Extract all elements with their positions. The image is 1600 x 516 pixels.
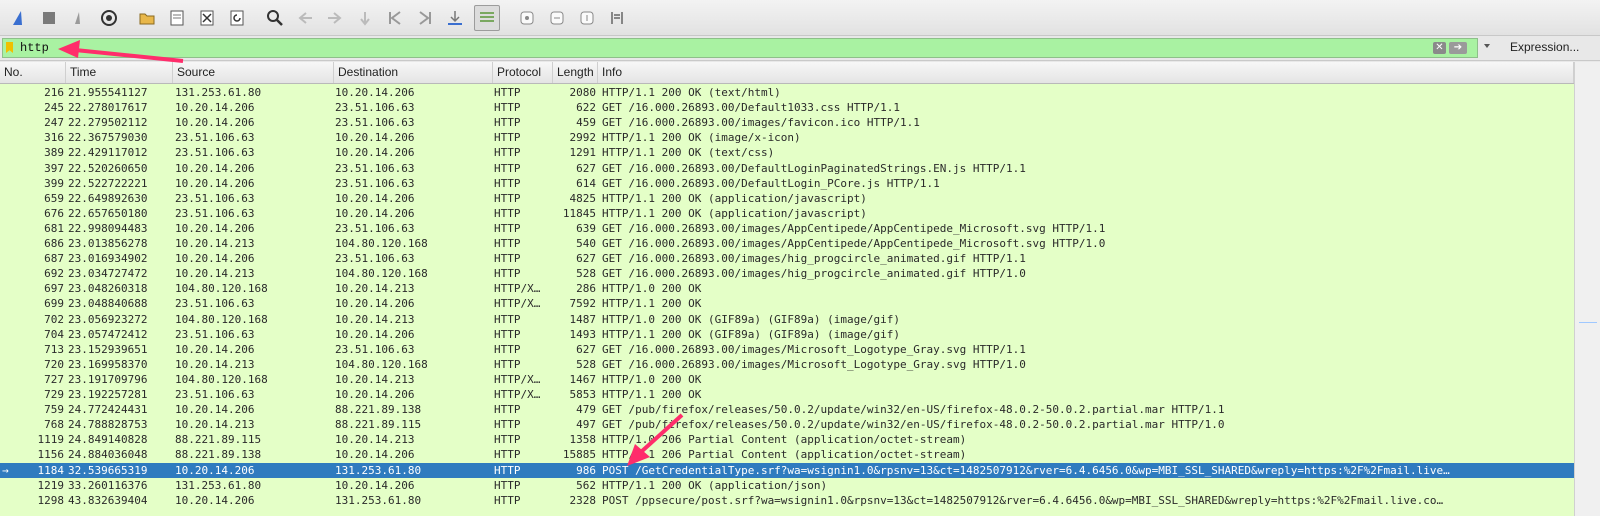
filter-annotation-arrow [58, 40, 184, 63]
selected-packet-annotation-arrow [627, 413, 684, 466]
annotation-overlay [58, 40, 684, 466]
